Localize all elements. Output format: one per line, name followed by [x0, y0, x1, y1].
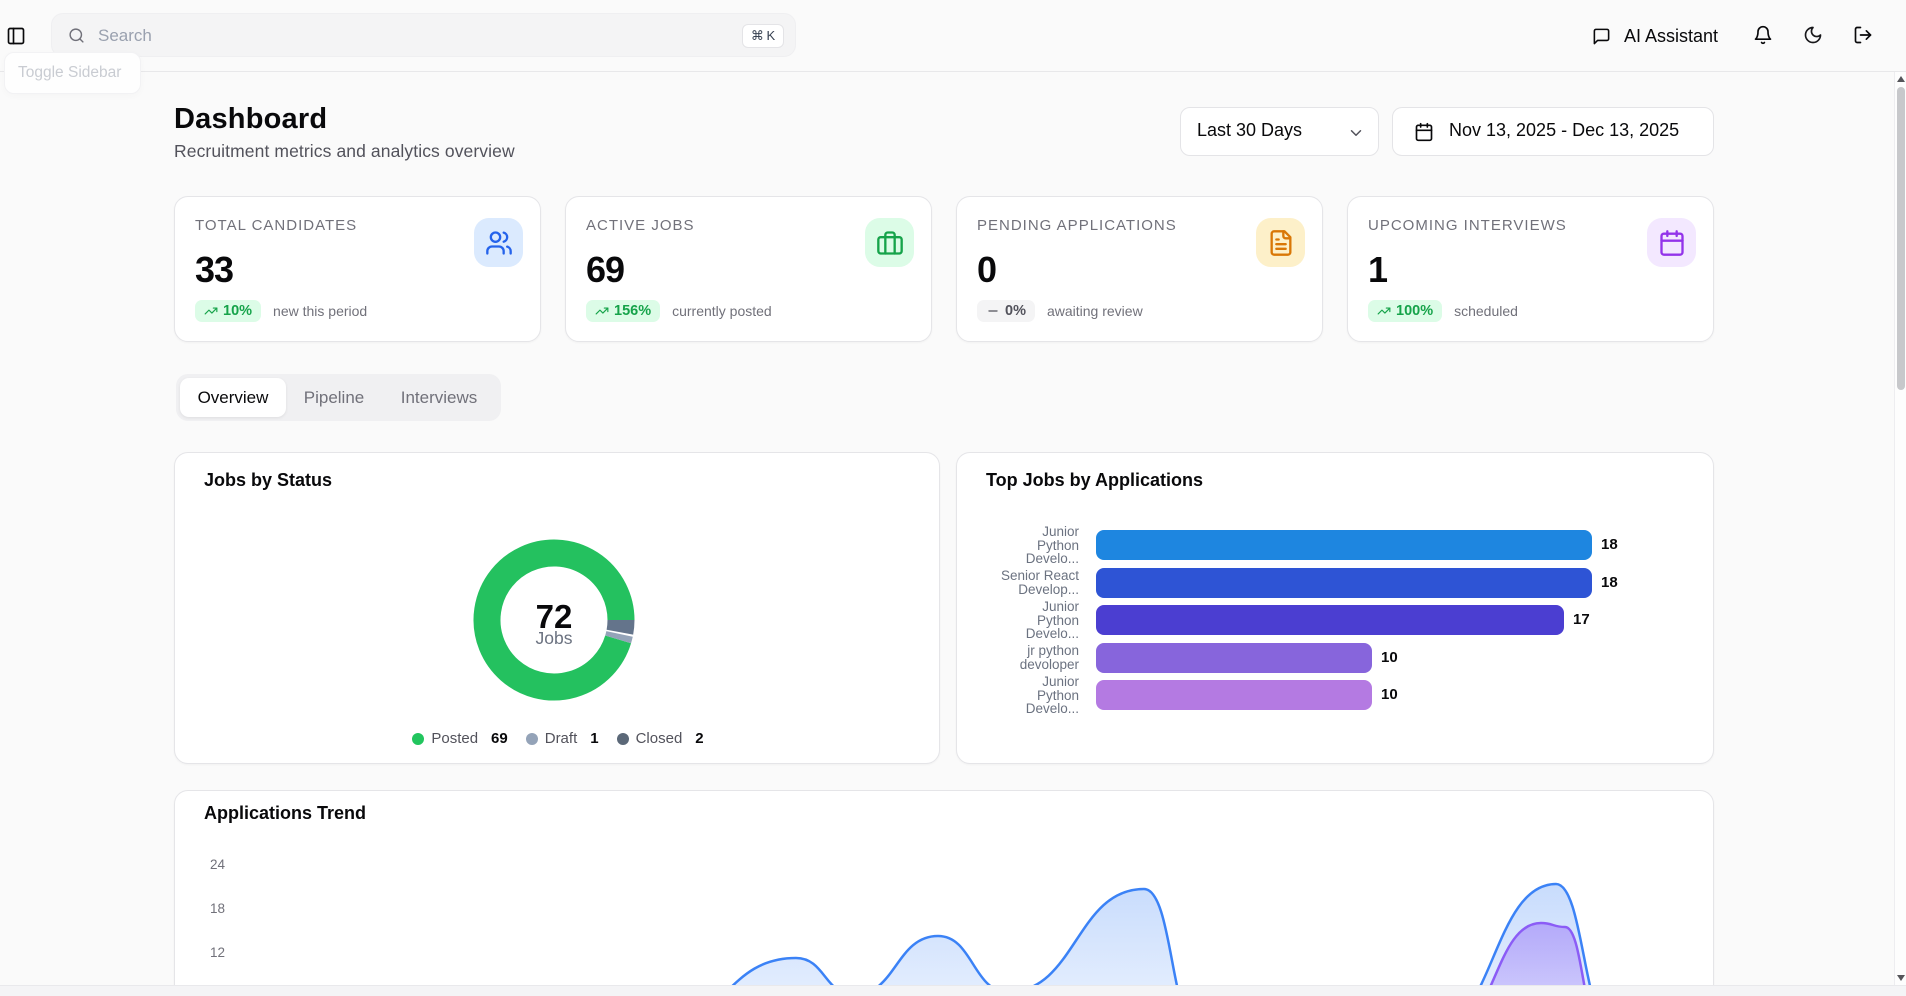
- svg-text:Jobs: Jobs: [536, 628, 573, 648]
